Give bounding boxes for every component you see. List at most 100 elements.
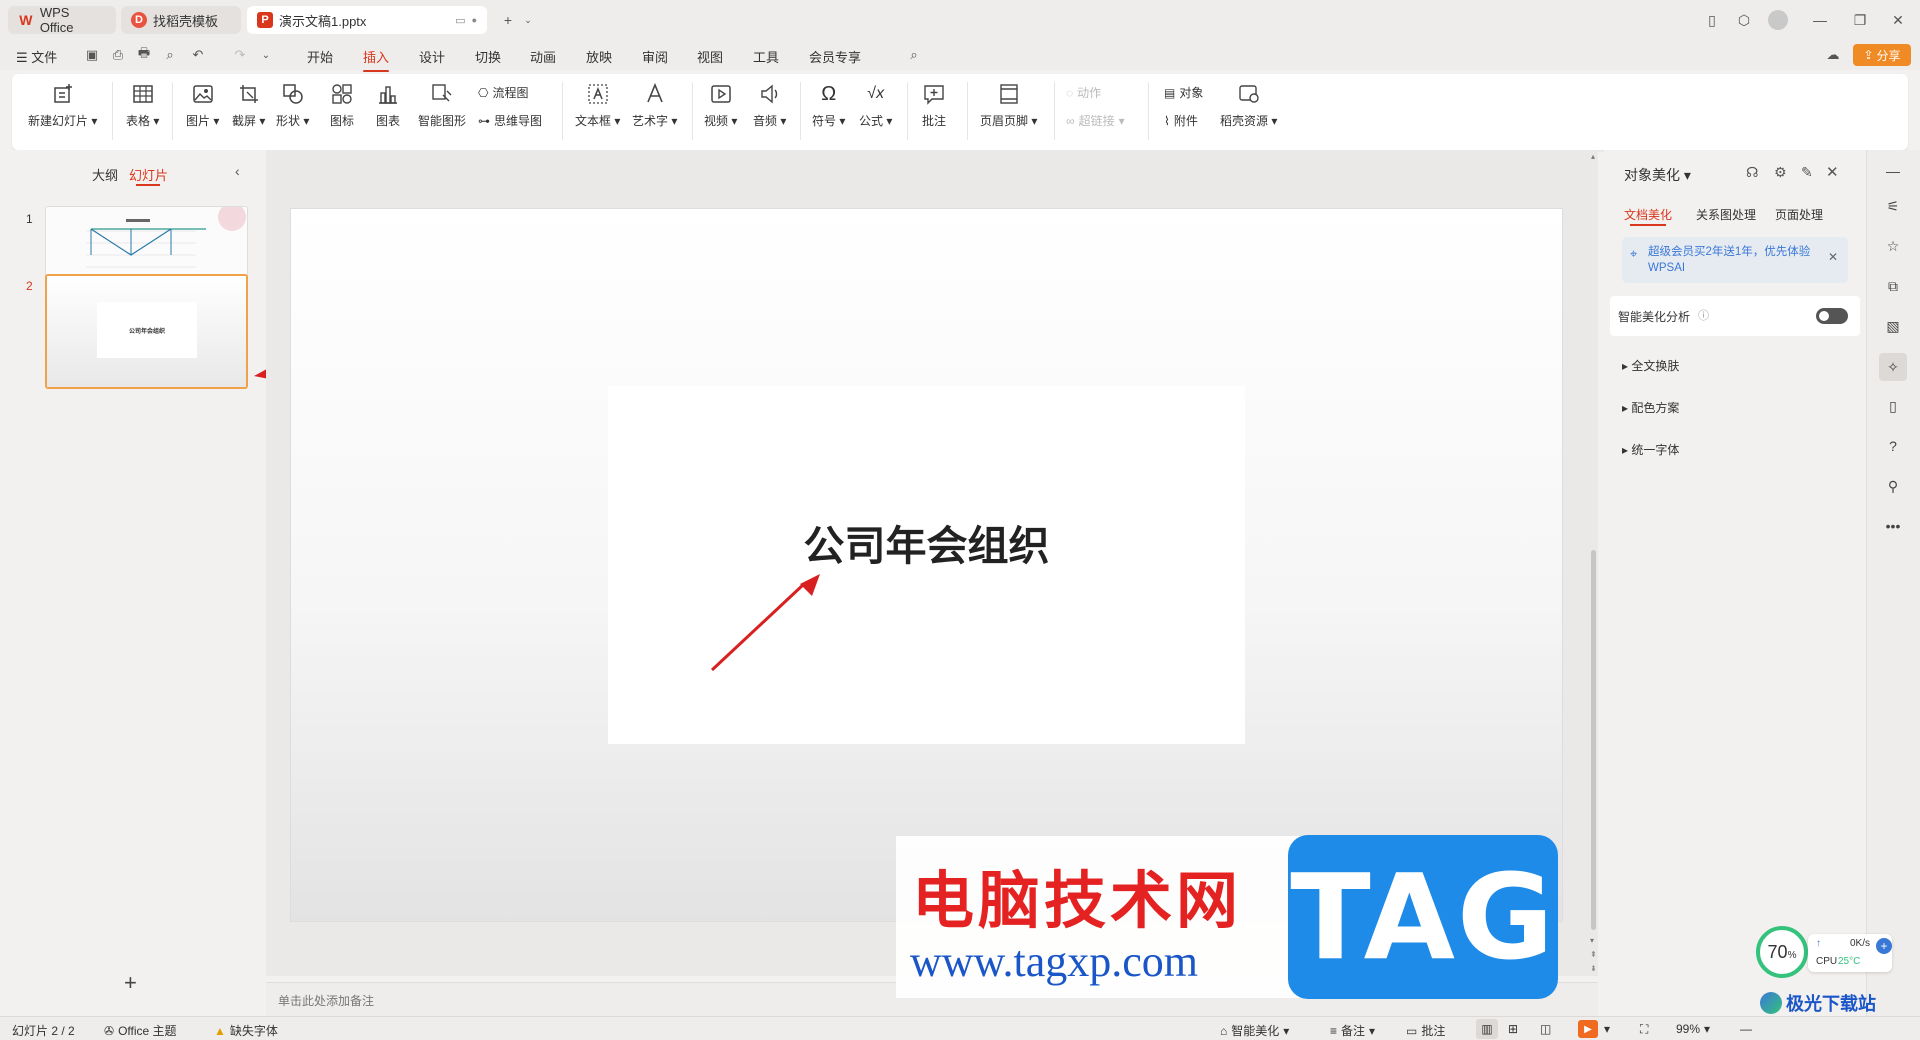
wordart-button[interactable]: 艺术字 ▾ [632,82,677,129]
fit-window-icon[interactable]: ⛶ [1640,1022,1648,1037]
minimize-icon[interactable]: — [1808,8,1832,32]
symbol-button[interactable]: Ω 符号 ▾ [812,82,845,129]
slideshow-chevron-icon[interactable]: ▾ [1604,1022,1610,1036]
undo-icon[interactable]: ↶ [190,47,206,63]
action-button[interactable]: ◌ 动作 [1066,84,1101,101]
tab-wps-office[interactable]: W WPS Office [8,5,116,35]
sliders-icon[interactable]: ⚟ [1882,195,1904,217]
smart-graphic-button[interactable]: 智能图形 [418,82,466,129]
settings-gear-icon[interactable]: ⚙ [1774,164,1787,181]
slide-thumbnail-2[interactable]: 公司年会组织 [45,274,248,389]
plus-circle-icon[interactable]: + [1876,938,1892,954]
audio-button[interactable]: 音频 ▾ [753,82,786,129]
close-promo-icon[interactable]: ✕ [1828,250,1838,264]
file-menu[interactable]: ☰ 文件 [16,47,57,66]
zoom-level[interactable]: 99% ▾ [1676,1022,1710,1036]
menu-view[interactable]: 视图 [697,47,723,66]
flowchart-button[interactable]: ⎔ 流程图 [478,84,529,101]
restore-icon[interactable]: ❐ [1848,8,1872,32]
tab-docer-template[interactable]: D 找稻壳模板 [121,6,241,34]
collapse-chevron-icon[interactable]: ‹ [235,163,240,179]
info-icon[interactable]: ⓘ [1698,307,1709,323]
icon-button[interactable]: 图标 [330,82,354,129]
menu-home[interactable]: 开始 [307,47,333,66]
print-preview-icon[interactable]: ⌕ [162,47,178,63]
normal-view-icon[interactable]: ▥ [1476,1019,1498,1039]
formula-button[interactable]: √x 公式 ▾ [859,82,892,129]
comment-toggle[interactable]: ▭ 批注 [1406,1022,1445,1039]
notes-toggle[interactable]: ≡ 备注 ▾ [1330,1022,1375,1039]
sorter-view-icon[interactable]: ⊞ [1508,1022,1518,1036]
missing-font-indicator[interactable]: ▲ 缺失字体 [214,1022,278,1039]
textbox-button[interactable]: 文本框 ▾ [575,82,620,129]
layout-icon[interactable]: ▯ [1700,8,1724,32]
header-footer-button[interactable]: 页眉页脚 ▾ [980,82,1037,129]
monitor-icon[interactable]: ▭ [455,14,465,27]
tab-relation-diagram[interactable]: 关系图处理 [1696,206,1756,223]
scroll-up-icon[interactable]: ▴ [1591,152,1595,161]
menu-insert[interactable]: 插入 [363,47,390,72]
image-edit-icon[interactable]: ▧ [1882,315,1904,337]
performance-widget[interactable]: 70% ↑ 0K/s CPU 25°C + [1746,922,1896,984]
menu-member[interactable]: 会员专享 [809,47,861,66]
slide-title[interactable]: 公司年会组织 [608,512,1245,572]
tab-doc-beautify[interactable]: 文档美化 [1624,206,1672,223]
menu-slideshow[interactable]: 放映 [586,47,612,66]
more-chevron-icon[interactable]: ⌄ [258,47,274,63]
add-slide-plus-icon[interactable]: + [124,970,137,996]
slide-title-box[interactable]: 公司年会组织 [608,386,1245,744]
tab-outline[interactable]: 大纲 [92,165,118,184]
export-icon[interactable]: ⎙ [110,47,126,63]
headset-icon[interactable]: ☊ [1746,164,1758,181]
mindmap-button[interactable]: ⊶ 思维导图 [478,112,542,129]
tab-list-chevron-icon[interactable]: ⌄ [516,8,540,32]
chart-button[interactable]: 图表 [376,82,400,129]
star-icon[interactable]: ☆ [1882,235,1904,257]
more-icon[interactable]: ••• [1882,515,1904,537]
print-icon[interactable]: 🖶 [136,45,152,63]
picture-button[interactable]: 图片 ▾ [186,82,219,129]
section-unify-font[interactable]: ▸ 统一字体 [1622,441,1679,458]
redo-icon[interactable]: ↷ [232,47,248,63]
reading-view-icon[interactable]: ◫ [1540,1022,1551,1036]
menu-review[interactable]: 审阅 [642,47,668,66]
screenshot-button[interactable]: 截屏 ▾ [232,82,265,129]
comment-button[interactable]: 批注 [922,82,946,129]
scroll-down-icon[interactable]: ▾ [1590,936,1594,945]
tab-presentation[interactable]: P 演示文稿1.pptx ▭ ● [247,6,487,34]
tab-slides[interactable]: 幻灯片 [129,165,168,184]
beautify-tools-icon[interactable]: ✧ [1879,353,1907,381]
panel-title[interactable]: 对象美化 ▾ [1624,165,1691,185]
pin-icon[interactable]: ✎ [1801,164,1813,181]
menu-animation[interactable]: 动画 [530,47,556,66]
shirt-icon[interactable]: ⚲ [1882,475,1904,497]
smart-analysis-toggle[interactable] [1816,308,1848,324]
shape-button[interactable]: 形状 ▾ [276,82,309,129]
share-button[interactable]: ⇪ 分享 [1853,44,1911,66]
book-icon[interactable]: ▯ [1882,395,1904,417]
video-button[interactable]: 视频 ▾ [704,82,737,129]
search-icon[interactable]: ⌕ [906,47,922,63]
hyperlink-button[interactable]: ∞ 超链接 ▾ [1066,112,1125,129]
next-slide-icon[interactable]: ⇟ [1590,964,1597,973]
save-icon[interactable]: ▣ [84,47,100,63]
copy-icon[interactable]: ⧉ [1882,275,1904,297]
close-panel-icon[interactable]: ✕ [1826,163,1839,181]
cloud-icon[interactable]: ☁ [1825,47,1841,63]
tab-page-process[interactable]: 页面处理 [1775,206,1823,223]
theme-indicator[interactable]: ✇ Office 主题 [104,1022,177,1039]
scrollbar-thumb[interactable] [1591,550,1596,930]
attachment-button[interactable]: ⌇ 附件 [1164,112,1198,129]
avatar[interactable] [1766,8,1790,32]
collapse-dash-icon[interactable]: — [1882,160,1904,182]
section-color-scheme[interactable]: ▸ 配色方案 [1622,399,1679,416]
promo-banner[interactable]: ⌖ 超级会员买2年送1年，优先体验WPSAI ✕ [1622,237,1848,283]
zoom-out-icon[interactable]: — [1740,1022,1752,1036]
new-slide-button[interactable]: 新建幻灯片 ▾ [28,82,97,129]
object-button[interactable]: ▤ 对象 [1164,84,1203,101]
cube-icon[interactable]: ⬡ [1732,8,1756,32]
menu-design[interactable]: 设计 [419,47,445,66]
section-skin[interactable]: ▸ 全文换肤 [1622,357,1679,374]
menu-tools[interactable]: 工具 [753,47,779,66]
prev-slide-icon[interactable]: ⇞ [1590,950,1597,959]
